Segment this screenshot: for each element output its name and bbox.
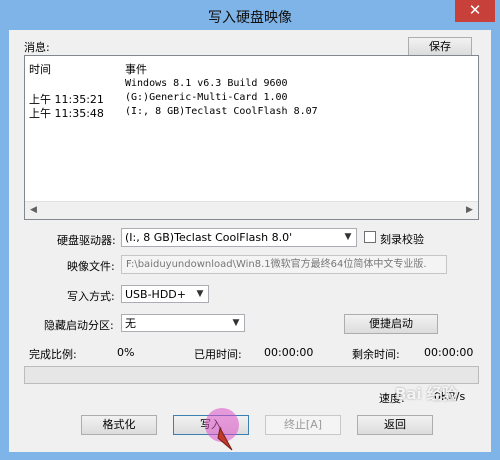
write-method-select[interactable]: USB-HDD+ ▼ [121, 285, 209, 303]
chevron-down-icon: ▼ [228, 315, 244, 331]
format-button[interactable]: 格式化 [81, 415, 157, 435]
title-bar[interactable]: 写入硬盘映像 ✕ [0, 0, 500, 30]
stop-button[interactable]: 终止[A] [265, 415, 341, 435]
messages-label: 消息: [24, 41, 50, 54]
drive-label: 硬盘驱动器: [57, 234, 116, 247]
log-event: (I:, 8 GB)Teclast CoolFlash 8.07 [125, 106, 318, 117]
mouse-pointer-icon [217, 426, 233, 451]
chevron-down-icon: ▼ [340, 229, 356, 246]
remaining-value: 00:00:00 [424, 346, 474, 359]
log-event: (G:)Generic-Multi-Card 1.00 [125, 92, 288, 103]
log-time: 上午 11:35:48 [29, 107, 104, 120]
completion-label: 完成比例: [29, 348, 77, 361]
hidden-partition-select[interactable]: 无 ▼ [121, 314, 245, 332]
watermark: Bai 经验 [395, 385, 457, 403]
log-event: Windows 8.1 v6.3 Build 9600 [125, 78, 288, 89]
verify-checkbox[interactable] [364, 231, 376, 243]
drive-select-value: (I:, 8 GB)Teclast CoolFlash 8.0' [125, 231, 293, 244]
image-file-label: 映像文件: [67, 260, 115, 273]
scroll-right-icon[interactable]: ▶ [461, 202, 478, 219]
image-file-field[interactable]: F:\baiduyundownload\Win8.1微软官方最终64位简体中文专… [121, 255, 447, 274]
write-method-value: USB-HDD+ [125, 288, 186, 301]
window-title: 写入硬盘映像 [208, 10, 292, 26]
save-button[interactable]: 保存 [408, 37, 472, 56]
close-button[interactable]: ✕ [455, 0, 495, 22]
verify-label: 刻录校验 [380, 233, 424, 246]
hidden-partition-value: 无 [125, 317, 136, 330]
message-log[interactable]: 时间 事件 Windows 8.1 v6.3 Build 9600 上午 11:… [24, 55, 479, 220]
write-method-label: 写入方式: [67, 290, 115, 303]
hidden-partition-label: 隐藏启动分区: [44, 319, 114, 332]
remaining-label: 剩余时间: [352, 348, 400, 361]
elapsed-label: 已用时间: [194, 348, 242, 361]
column-header-event: 事件 [125, 63, 147, 76]
elapsed-value: 00:00:00 [264, 346, 314, 359]
quick-boot-button[interactable]: 便捷启动 [344, 314, 438, 334]
write-disk-image-window: 写入硬盘映像 ✕ 消息: 保存 时间 事件 Windows 8.1 v6.3 B… [0, 0, 500, 460]
close-icon: ✕ [468, 1, 482, 19]
back-button[interactable]: 返回 [357, 415, 433, 435]
progress-bar [24, 366, 479, 384]
column-header-time: 时间 [29, 63, 51, 76]
horizontal-scrollbar[interactable]: ◀ ▶ [25, 201, 478, 219]
scroll-left-icon[interactable]: ◀ [25, 202, 42, 219]
drive-select[interactable]: (I:, 8 GB)Teclast CoolFlash 8.0' ▼ [121, 228, 357, 247]
chevron-down-icon: ▼ [192, 286, 208, 302]
completion-value: 0% [117, 346, 135, 359]
